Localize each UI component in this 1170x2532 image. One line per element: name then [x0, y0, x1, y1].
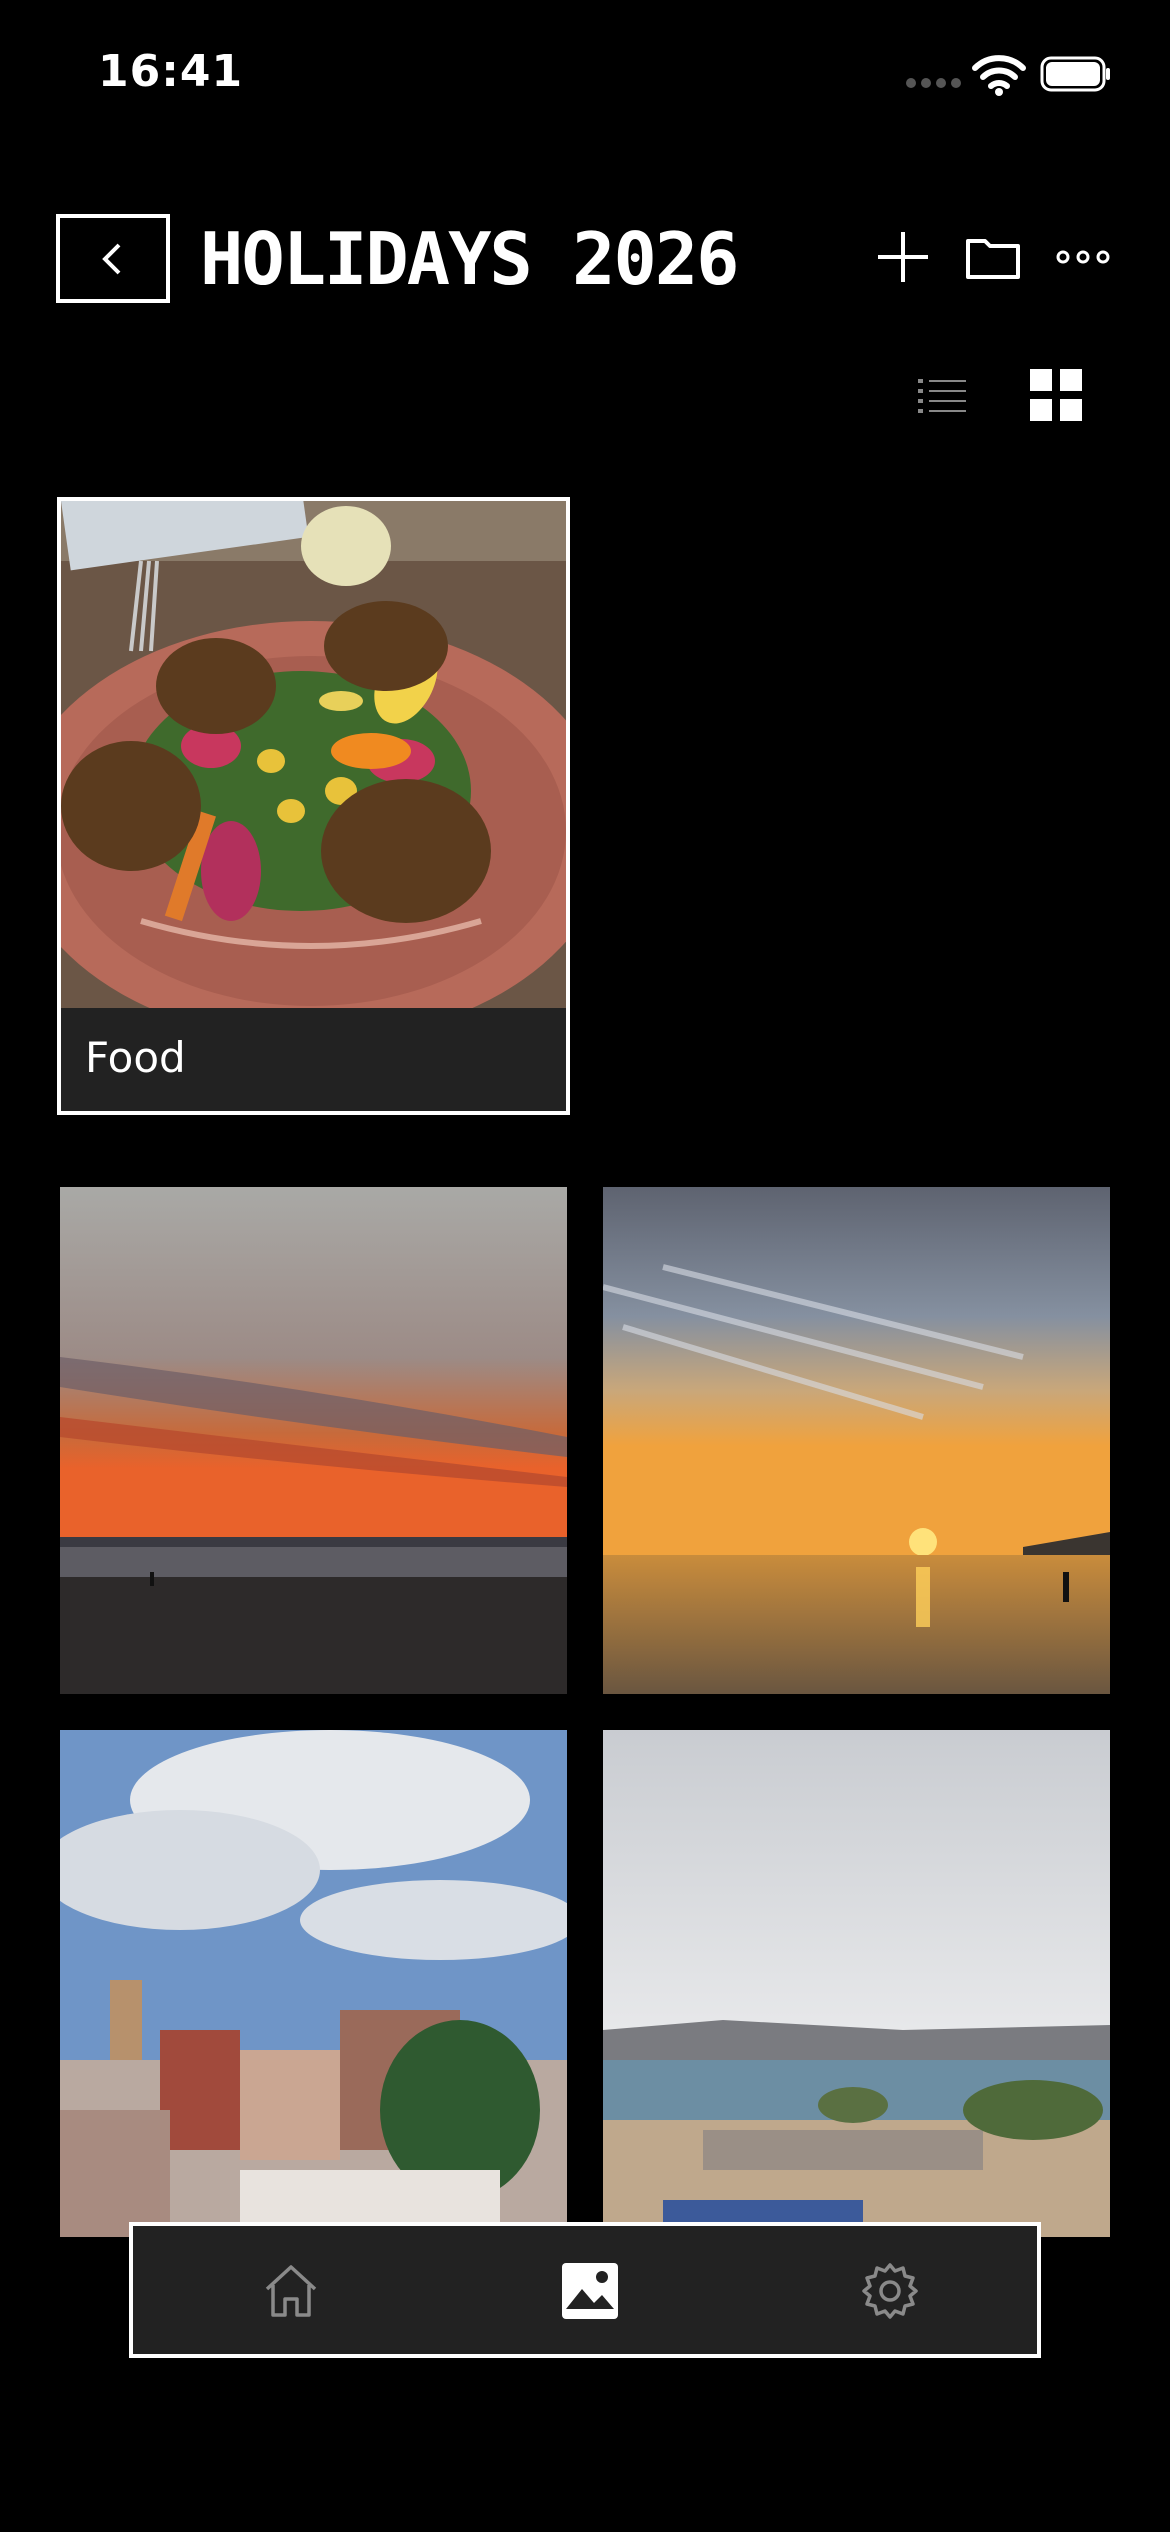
- sunset-sea-photo: [603, 1187, 1110, 1694]
- plus-icon: [878, 232, 928, 282]
- home-icon: [265, 2265, 317, 2317]
- settings-gear-icon: [862, 2263, 918, 2319]
- folder-icon: [966, 239, 1020, 279]
- grid-view-icon: [1030, 369, 1082, 421]
- photo-thumbnail[interactable]: [60, 1187, 567, 1694]
- page-title: HOLIDAYS 2026: [200, 217, 740, 301]
- photo-thumbnail[interactable]: [603, 1730, 1110, 2237]
- list-view-button[interactable]: [907, 360, 977, 430]
- sunset-beach-photo: [60, 1187, 567, 1694]
- overcast-coast-photo: [603, 1730, 1110, 2237]
- wifi-icon: [972, 54, 1026, 96]
- album-card-food[interactable]: Food: [57, 497, 570, 1115]
- album-label: Food: [85, 1033, 186, 1082]
- back-chevron-icon: [102, 243, 121, 274]
- cellular-signal-icon: [906, 74, 962, 90]
- status-time: 16:41: [98, 46, 244, 97]
- header: HOLIDAYS 2026: [0, 200, 1170, 320]
- town-minaret-photo: [60, 1730, 567, 2237]
- status-bar: 16:41: [0, 0, 1170, 150]
- album-thumbnail: [61, 501, 566, 1008]
- more-dots-icon: [1056, 250, 1110, 264]
- more-button[interactable]: [1048, 222, 1118, 292]
- list-view-icon: [918, 379, 966, 413]
- back-button[interactable]: [56, 214, 170, 303]
- tab-bar: [129, 2222, 1041, 2358]
- grid-view-button[interactable]: [1021, 360, 1091, 430]
- tab-home[interactable]: [254, 2254, 328, 2328]
- tab-gallery[interactable]: [553, 2254, 627, 2328]
- gallery-icon: [562, 2263, 618, 2319]
- photo-thumbnail[interactable]: [60, 1730, 567, 2237]
- tab-settings[interactable]: [853, 2254, 927, 2328]
- add-button[interactable]: [868, 222, 938, 292]
- battery-icon: [1040, 56, 1112, 92]
- photo-thumbnail[interactable]: [603, 1187, 1110, 1694]
- folder-button[interactable]: [958, 222, 1028, 292]
